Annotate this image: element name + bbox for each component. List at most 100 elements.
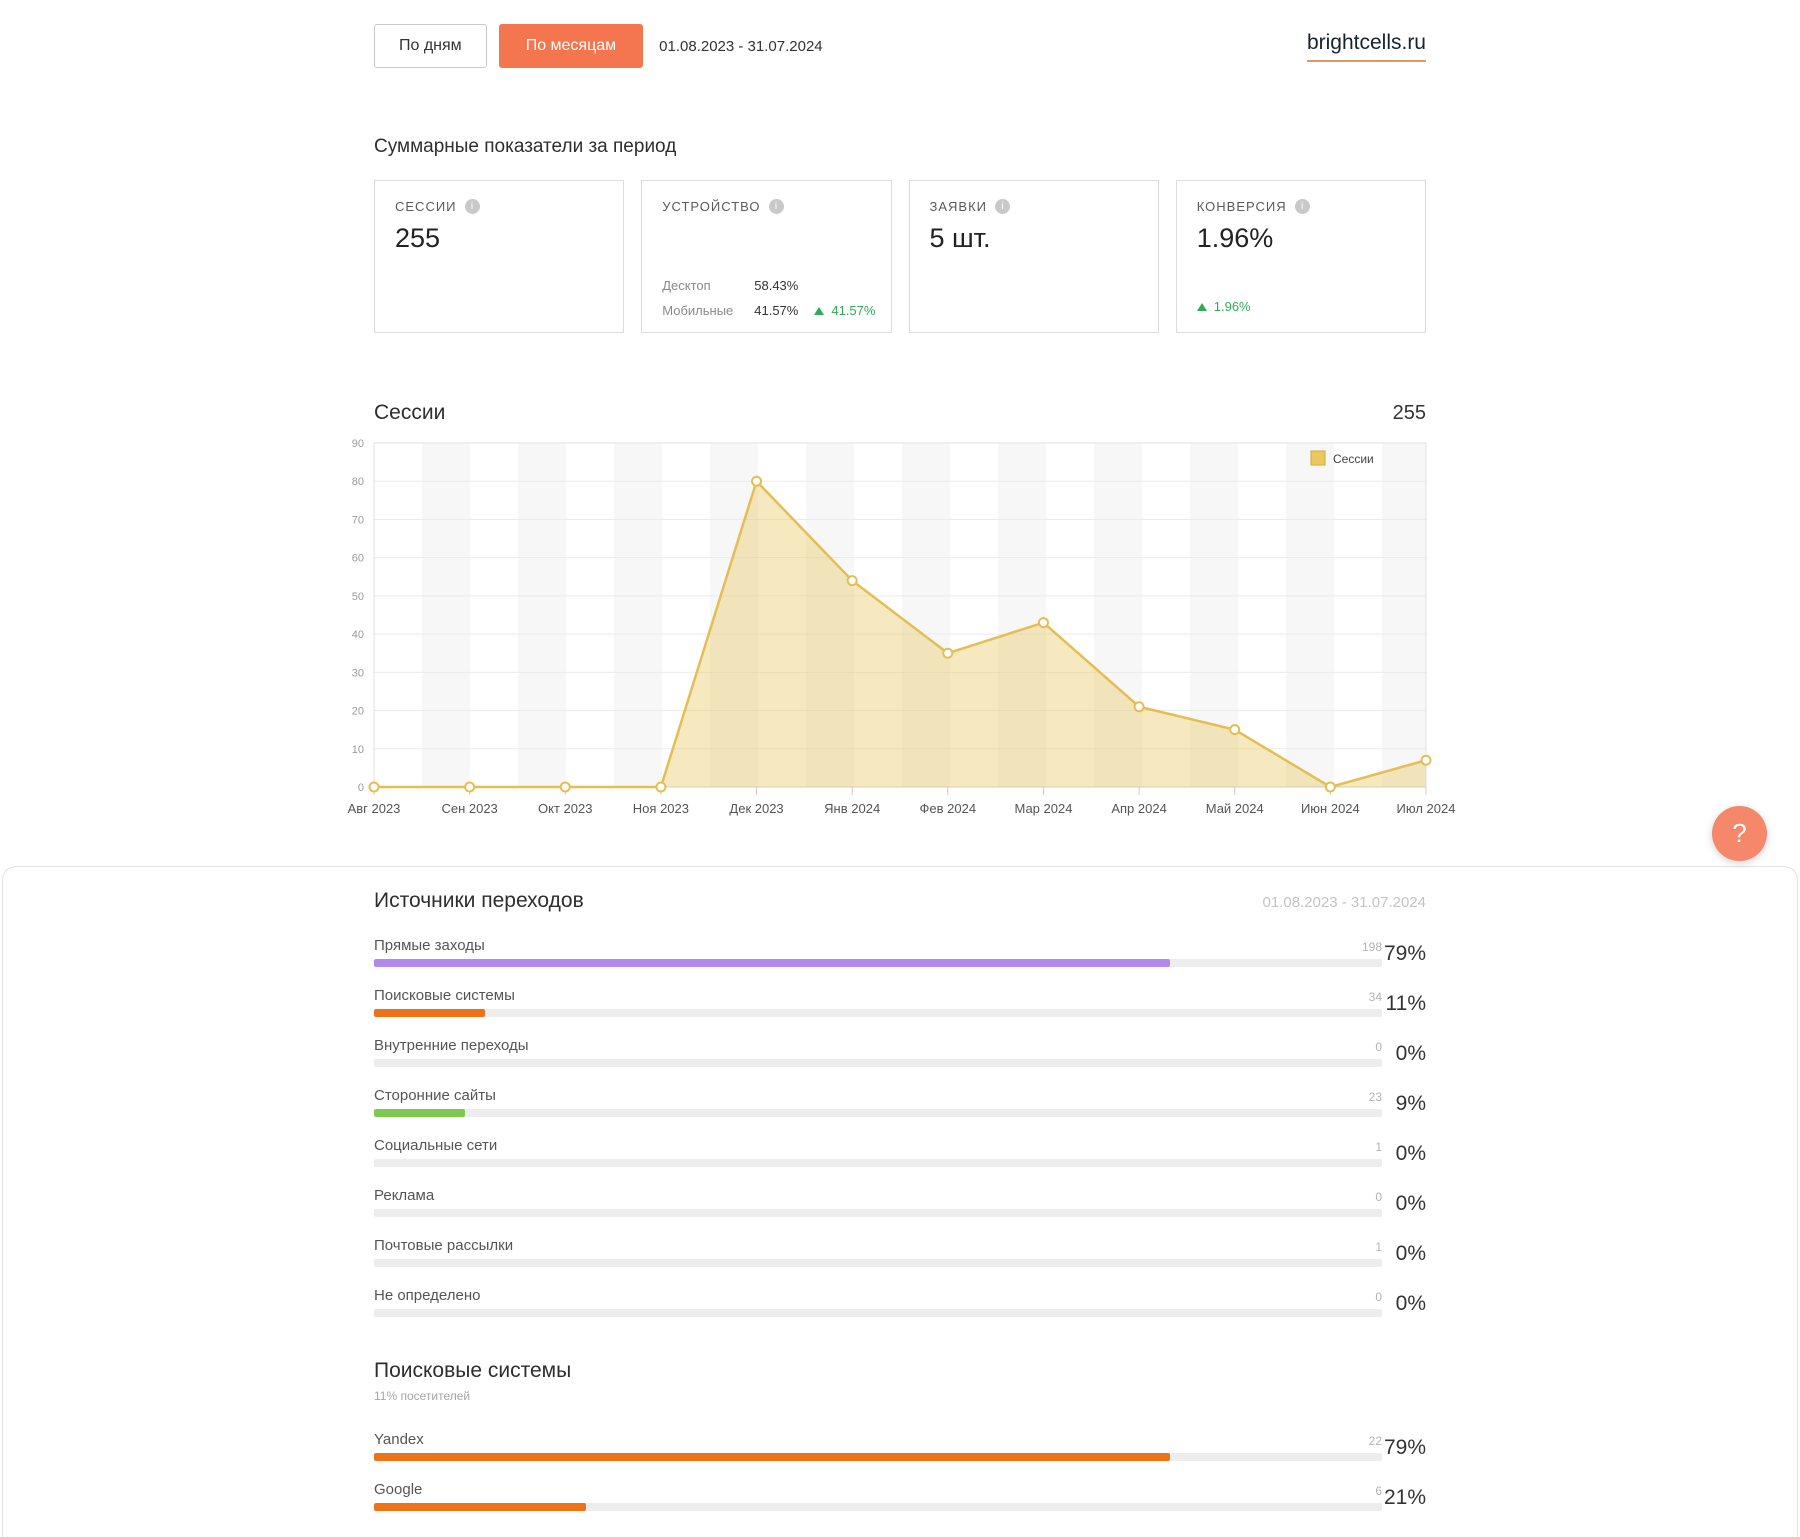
- search-engines-subtitle: 11% посетителей: [374, 1389, 471, 1403]
- bar-track: [374, 1259, 1382, 1267]
- info-icon[interactable]: [768, 199, 784, 214]
- bar-row-percent: 79%: [1383, 942, 1426, 965]
- bottom-panel: Источники переходов 01.08.2023 - 31.07.2…: [2, 866, 1798, 1537]
- source-row: Сторонние сайты 23 9%: [374, 1087, 1426, 1117]
- bar-row-count: 22: [1368, 1434, 1382, 1448]
- search-engine-row: Yandex 22 79%: [374, 1431, 1426, 1461]
- search-engines-title: Поисковые системы: [374, 1359, 572, 1382]
- source-row: Почтовые рассылки 1 0%: [374, 1237, 1426, 1267]
- bar-row-main: Не определено 0: [374, 1287, 1382, 1317]
- up-arrow-icon: [1196, 302, 1207, 311]
- leads-card-label: ЗАЯВКИ: [929, 199, 987, 214]
- bar-row-percent: 21%: [1383, 1486, 1426, 1509]
- device-name: Десктоп: [662, 278, 711, 293]
- bar-track: [374, 1109, 1382, 1117]
- bar-track: [374, 1009, 1382, 1017]
- device-row-mobile: Мобильные 41.57% 41.57%: [662, 303, 880, 318]
- sources-rows: Прямые заходы 198 79% Поисковые системы …: [374, 937, 1426, 1317]
- svg-text:Июн 2024: Июн 2024: [1301, 801, 1360, 816]
- bar-row-percent: 79%: [1383, 1436, 1426, 1459]
- conversion-card: КОНВЕРСИЯ 1.96% 1.96%: [1175, 180, 1426, 333]
- svg-text:60: 60: [352, 553, 364, 565]
- svg-text:30: 30: [352, 667, 364, 679]
- bar-row-count: 0: [1375, 1040, 1382, 1054]
- bar-row-main: Сторонние сайты 23: [374, 1087, 1382, 1117]
- bar-row-label: Сторонние сайты: [374, 1087, 496, 1104]
- device-card: УСТРОЙСТВО Десктоп 58.43% Мобильные 41.5…: [641, 180, 892, 333]
- bar-track: [374, 959, 1382, 967]
- bar-row-count: 0: [1375, 1190, 1382, 1204]
- device-rows: Десктоп 58.43% Мобильные 41.57% 41.57%: [662, 268, 880, 318]
- svg-text:80: 80: [352, 476, 364, 488]
- svg-text:Мар 2024: Мар 2024: [1014, 801, 1072, 816]
- bar-track: [374, 1209, 1382, 1217]
- bar-row-main: Реклама 0: [374, 1187, 1382, 1217]
- bar-track: [374, 1309, 1382, 1317]
- sources-date-range: 01.08.2023 - 31.07.2024: [1262, 894, 1426, 911]
- bar-row-count: 23: [1368, 1090, 1382, 1104]
- device-delta: 41.57%: [814, 303, 875, 318]
- toolbar: По дням По месяцам 01.08.2023 - 31.07.20…: [374, 24, 1426, 68]
- bar-fill: [374, 1503, 586, 1511]
- svg-text:Сен 2023: Сен 2023: [441, 801, 497, 816]
- leads-card: ЗАЯВКИ 5 шт.: [908, 180, 1159, 333]
- info-icon[interactable]: [1294, 199, 1310, 214]
- bar-row-main: Google 6: [374, 1481, 1382, 1511]
- bar-fill: [374, 1109, 465, 1117]
- info-icon[interactable]: [464, 199, 480, 214]
- svg-text:10: 10: [352, 744, 364, 756]
- bar-fill: [374, 959, 1171, 967]
- sources-header: Источники переходов 01.08.2023 - 31.07.2…: [374, 867, 1426, 913]
- bar-row-main: Прямые заходы 198: [374, 937, 1382, 967]
- source-row: Внутренние переходы 0 0%: [374, 1037, 1426, 1067]
- device-value: 58.43%: [754, 278, 799, 293]
- conversion-delta-value: 1.96%: [1213, 299, 1251, 314]
- svg-text:50: 50: [352, 591, 364, 603]
- info-icon[interactable]: [995, 199, 1010, 214]
- bar-row-percent: 0%: [1395, 1192, 1426, 1215]
- device-value: 41.57%: [754, 303, 799, 318]
- bar-track: [374, 1059, 1382, 1067]
- bar-track: [374, 1453, 1382, 1461]
- svg-text:40: 40: [352, 629, 364, 641]
- sessions-card-value: 255: [395, 223, 441, 253]
- bar-row-count: 0: [1375, 1290, 1382, 1304]
- leads-card-value: 5 шт.: [929, 223, 991, 253]
- source-row: Социальные сети 1 0%: [374, 1137, 1426, 1167]
- search-engine-row: Google 6 21%: [374, 1481, 1426, 1511]
- bar-row-count: 1: [1375, 1240, 1382, 1254]
- svg-text:0: 0: [358, 782, 364, 794]
- conversion-card-label: КОНВЕРСИЯ: [1196, 199, 1287, 214]
- svg-text:Сессии: Сессии: [1333, 452, 1374, 466]
- svg-text:Июл 2024: Июл 2024: [1397, 801, 1456, 816]
- by-days-button[interactable]: По дням: [374, 24, 487, 68]
- bar-row-label: Почтовые рассылки: [374, 1237, 514, 1254]
- conversion-delta: 1.96%: [1196, 299, 1251, 314]
- site-logo[interactable]: brightcells.ru: [1306, 31, 1426, 62]
- bar-row-percent: 0%: [1395, 1292, 1426, 1315]
- bar-fill: [374, 1453, 1171, 1461]
- up-arrow-icon: [814, 306, 825, 315]
- summary-cards: СЕССИИ 255 УСТРОЙСТВО Десктоп 58.43% Моб: [374, 180, 1426, 333]
- bar-row-count: 1: [1375, 1140, 1382, 1154]
- chart-title: Сессии: [374, 401, 446, 424]
- bar-row-percent: 11%: [1385, 992, 1426, 1015]
- help-button[interactable]: ?: [1712, 806, 1767, 861]
- bar-row-percent: 0%: [1395, 1042, 1426, 1065]
- summary-section-title: Суммарные показатели за период: [374, 136, 677, 157]
- bar-row-label: Прямые заходы: [374, 937, 485, 954]
- svg-text:70: 70: [352, 514, 364, 526]
- bar-row-label: Поисковые системы: [374, 987, 515, 1004]
- sessions-card: СЕССИИ 255: [374, 180, 625, 333]
- svg-text:Май 2024: Май 2024: [1206, 801, 1264, 816]
- analytics-report-page: По дням По месяцам 01.08.2023 - 31.07.20…: [0, 0, 1800, 1537]
- bar-row-main: Социальные сети 1: [374, 1137, 1382, 1167]
- svg-text:Дек 2023: Дек 2023: [729, 801, 783, 816]
- by-months-button[interactable]: По месяцам: [498, 24, 644, 68]
- svg-text:20: 20: [352, 706, 364, 718]
- chart-total-value: 255: [1392, 402, 1426, 424]
- chart-header: Сессии 255: [374, 401, 1426, 425]
- bar-row-percent: 9%: [1395, 1092, 1426, 1115]
- bar-row-count: 198: [1361, 940, 1382, 954]
- bar-row-main: Поисковые системы 34: [374, 987, 1382, 1017]
